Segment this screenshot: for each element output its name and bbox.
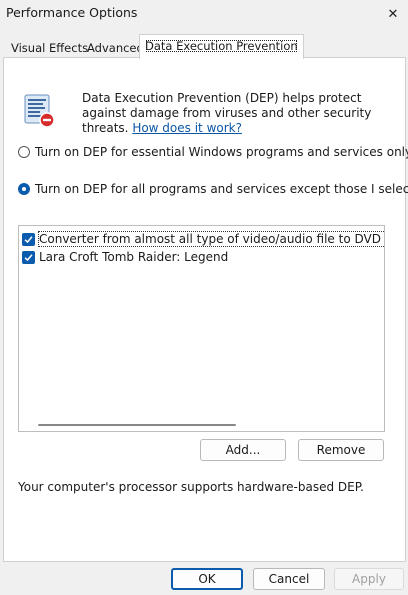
scrollbar-thumb[interactable] [38,424,236,426]
remove-button[interactable]: Remove [298,439,384,461]
radio-essential-only[interactable]: Turn on DEP for essential Windows progra… [18,145,408,159]
horizontal-scrollbar[interactable] [20,420,381,430]
processor-support-text: Your computer's processor supports hardw… [18,480,364,494]
title-bar: Performance Options ✕ [0,0,408,30]
window-title: Performance Options [6,5,138,20]
list-item[interactable]: Converter from almost all type of video/… [22,231,384,247]
dep-shield-icon [19,91,59,131]
apply-button[interactable]: Apply [334,568,404,590]
checkbox-lara-croft[interactable] [22,250,35,264]
tab-panel: Data Execution Prevention (DEP) helps pr… [3,57,408,562]
close-icon: ✕ [387,6,399,22]
tab-data-execution-prevention[interactable]: Data Execution Prevention [139,34,304,59]
checkmark-icon [24,235,33,243]
tab-label: Data Execution Prevention [145,39,298,53]
cancel-button[interactable]: Cancel [253,568,325,590]
ok-button[interactable]: OK [171,568,243,590]
list-item-label: Lara Croft Tomb Raider: Legend [39,250,229,264]
radio-all-except-indicator[interactable] [18,183,30,195]
radio-all-except-label: Turn on DEP for all programs and service… [35,182,408,196]
radio-essential-label: Turn on DEP for essential Windows progra… [35,145,408,159]
list-item-label: Converter from almost all type of video/… [37,231,384,247]
exception-list[interactable]: Converter from almost all type of video/… [18,225,385,432]
radio-essential-indicator[interactable] [18,146,30,158]
checkbox-converter[interactable] [22,232,35,246]
radio-all-except[interactable]: Turn on DEP for all programs and service… [18,182,408,196]
list-item[interactable]: Lara Croft Tomb Raider: Legend [22,249,228,265]
tab-strip: Visual Effects Advanced Data Execution P… [0,34,408,59]
dep-description: Data Execution Prevention (DEP) helps pr… [82,91,382,136]
add-button[interactable]: Add... [200,439,286,461]
how-does-it-work-link[interactable]: How does it work? [132,121,242,135]
close-button[interactable]: ✕ [378,0,408,28]
checkmark-icon [24,253,33,261]
